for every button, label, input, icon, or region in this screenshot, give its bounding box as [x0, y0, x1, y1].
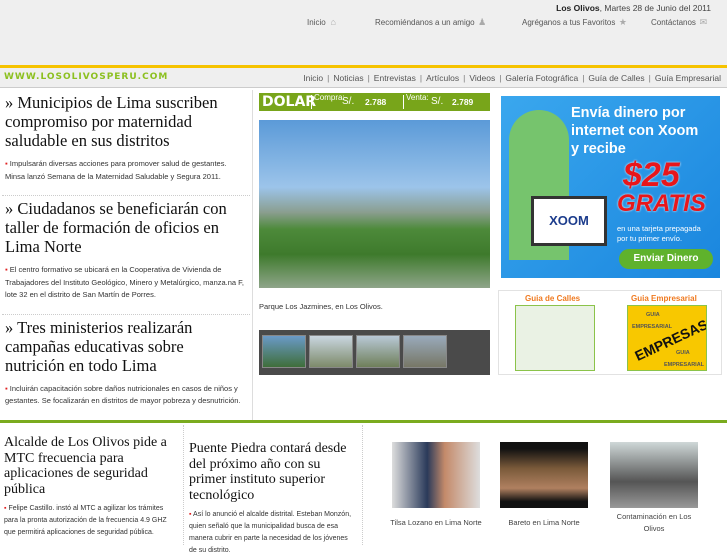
person-icon: ♟: [478, 17, 487, 27]
gallery-thumb[interactable]: [309, 335, 353, 368]
home-link[interactable]: Inicio ⌂: [307, 17, 338, 28]
xoom-ad-banner[interactable]: XOOM Envía dinero por internet con Xoom y …: [501, 96, 720, 278]
gallery-thumb[interactable]: [356, 335, 400, 368]
top-header: Los Olivos, Martes 28 de Junio del 2011 …: [0, 0, 727, 66]
send-money-button[interactable]: Enviar Dinero: [619, 249, 713, 269]
article-title[interactable]: Alcalde de Los Olivos pide a MTC frecuen…: [4, 435, 169, 497]
article-title[interactable]: » Ciudadanos se beneficiarán con taller …: [5, 199, 247, 256]
thumbnail-strip: [259, 330, 490, 375]
article: » Ciudadanos se beneficiarán con taller …: [2, 196, 250, 315]
nav-inicio[interactable]: Inicio: [303, 73, 323, 83]
article: » Municipios de Lima suscriben compromis…: [2, 90, 250, 196]
article-title[interactable]: Puente Piedra contará desde del próximo …: [189, 441, 357, 503]
star-icon: ★: [618, 17, 627, 27]
home-icon: ⌂: [330, 17, 336, 27]
divider: [0, 420, 727, 423]
guides-box: Guia de Calles Guia Empresarial GUIA EMP…: [498, 290, 722, 375]
photo-caption: Parque Los Jazmines, en Los Olivos.: [259, 302, 383, 311]
featured-photo[interactable]: [259, 120, 490, 288]
video-caption[interactable]: Contaminación en Los Olivos: [599, 511, 709, 535]
guia-calles-link[interactable]: Guia de Calles: [525, 294, 580, 303]
gallery-thumb[interactable]: [403, 335, 447, 368]
compra-value: 2.788: [365, 97, 387, 107]
nav-videos[interactable]: Videos: [469, 73, 495, 83]
site-logo[interactable]: WWW.LOSOLIVOSPERU.COM: [4, 72, 168, 82]
nav-galeria[interactable]: Galería Fotográfica: [505, 73, 578, 83]
guia-empresarial-link[interactable]: Guia Empresarial: [631, 294, 697, 303]
exchange-rate-bar: DOLAR Compra: S/. 2.788 Venta: S/. 2.789: [259, 93, 490, 111]
street-map-thumbnail[interactable]: [515, 305, 595, 371]
video-thumb[interactable]: [610, 442, 698, 508]
video-thumb[interactable]: [500, 442, 588, 508]
article-title[interactable]: » Municipios de Lima suscriben compromis…: [5, 93, 247, 150]
mail-icon: ✉: [699, 17, 708, 27]
main-nav: WWW.LOSOLIVOSPERU.COM Inicio | Noticias | …: [0, 68, 727, 88]
favorites-link[interactable]: Agréganos a tus Favoritos ★: [522, 17, 627, 28]
nav-guia-calles[interactable]: Guía de Calles: [588, 73, 644, 83]
recommend-link[interactable]: Recomiéndanos a un amigo ♟: [375, 17, 487, 28]
bottom-article: Puente Piedra contará desde del próximo …: [183, 425, 363, 554]
nav-articulos[interactable]: Artículos: [426, 73, 459, 83]
bottom-article: Alcalde de Los Olivos pide a MTC frecuen…: [4, 425, 174, 539]
video-caption[interactable]: Bareto en Lima Norte: [489, 517, 599, 529]
nav-menu: Inicio | Noticias | Entrevistas | Artículos…: [303, 73, 721, 83]
date-line: Los Olivos, Martes 28 de Junio del 2011: [556, 3, 711, 13]
nav-noticias[interactable]: Noticias: [333, 73, 363, 83]
article-title[interactable]: » Tres ministerios realizarán campañas e…: [5, 318, 247, 375]
empresas-thumbnail[interactable]: GUIA EMPRESARIAL EMPRESAS GUIA EMPRESARI…: [627, 305, 707, 371]
gallery-thumb[interactable]: [262, 335, 306, 368]
nav-entrevistas[interactable]: Entrevistas: [374, 73, 416, 83]
video-thumb[interactable]: [392, 442, 480, 508]
nav-guia-empresarial[interactable]: Guía Empresarial: [655, 73, 721, 83]
venta-value: 2.789: [452, 97, 474, 107]
news-column: » Municipios de Lima suscriben compromis…: [0, 90, 253, 420]
ad-laptop-logo: XOOM: [531, 196, 607, 246]
video-caption[interactable]: Tilsa Lozano en Lima Norte: [381, 517, 491, 529]
contact-link[interactable]: Contáctanos ✉: [651, 17, 708, 28]
article: » Tres ministerios realizarán campañas e…: [2, 315, 250, 408]
